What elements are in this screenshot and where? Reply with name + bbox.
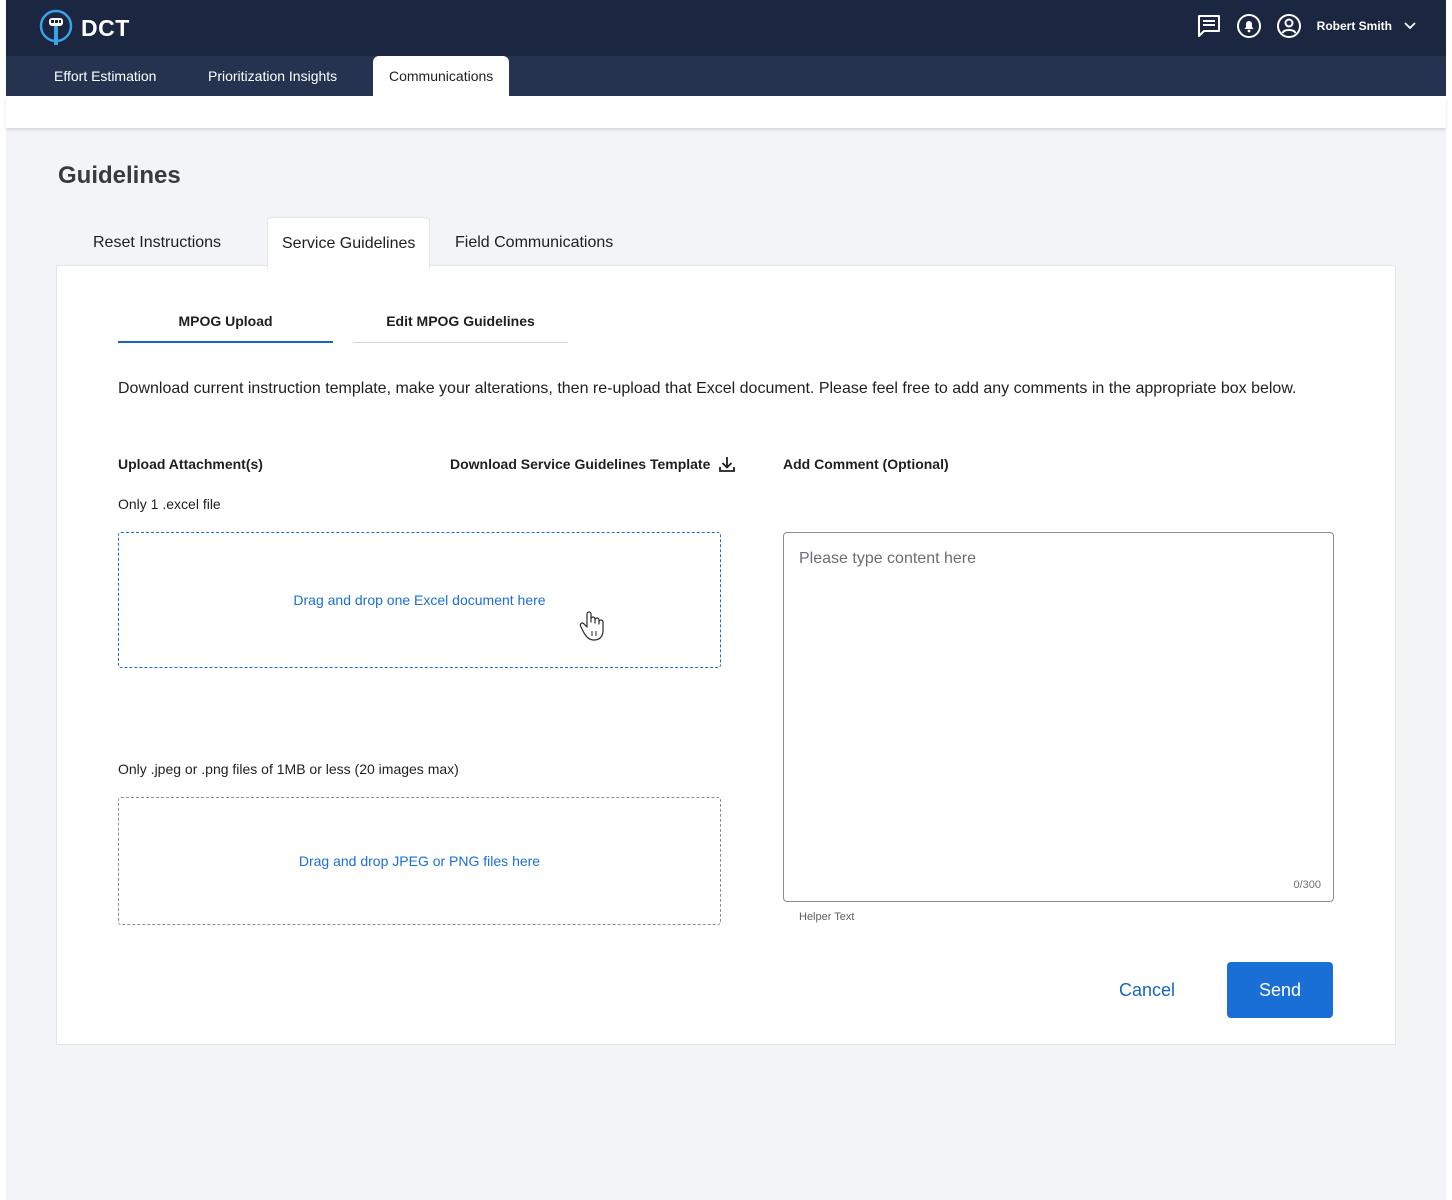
send-button[interactable]: Send	[1227, 962, 1333, 1018]
comment-label: Add Comment (Optional)	[783, 456, 949, 472]
hand-cursor-icon	[579, 611, 604, 641]
sub-header-bar	[6, 96, 1446, 128]
chat-icon[interactable]	[1195, 12, 1223, 40]
download-template-link[interactable]: Download Service Guidelines Template	[450, 455, 736, 473]
helper-text: Helper Text	[799, 911, 855, 923]
instructions-text: Download current instruction template, m…	[118, 380, 1297, 397]
bell-icon[interactable]	[1235, 12, 1263, 40]
user-name[interactable]: Robert Smith	[1317, 19, 1392, 33]
account-circle-icon[interactable]	[1275, 12, 1303, 40]
excel-drop-text: Drag and drop one Excel document here	[293, 592, 546, 608]
chevron-down-icon[interactable]	[1404, 19, 1418, 33]
tab-service-guidelines[interactable]: Service Guidelines	[267, 217, 431, 269]
tab-reset-instructions[interactable]: Reset Instructions	[79, 217, 235, 267]
download-template-label: Download Service Guidelines Template	[450, 456, 711, 472]
nav-tab-communications[interactable]: Communications	[373, 56, 510, 96]
subtab-mpog-upload[interactable]: MPOG Upload	[118, 301, 333, 343]
logo-icon	[39, 9, 73, 45]
nav-tab-effort-estimation[interactable]: Effort Estimation	[38, 56, 172, 96]
excel-dropzone[interactable]: Drag and drop one Excel document here	[118, 532, 721, 668]
excel-hint: Only 1 .excel file	[118, 496, 221, 512]
main-nav: Effort Estimation Prioritization Insight…	[6, 56, 1446, 96]
tab-field-communications[interactable]: Field Communications	[441, 217, 627, 267]
char-counter: 0/300	[1293, 879, 1321, 891]
top-actions: Robert Smith	[1183, 12, 1418, 40]
app-logo[interactable]: DCT	[39, 9, 130, 47]
top-bar: DCT Robert Smith	[6, 0, 1446, 56]
logo-text: DCT	[81, 14, 130, 41]
app-frame: DCT Robert Smith Effort Estimation Prior…	[6, 0, 1446, 1200]
images-drop-text: Drag and drop JPEG or PNG files here	[298, 853, 541, 869]
images-hint: Only .jpeg or .png files of 1MB or less …	[118, 761, 459, 777]
guidelines-card: MPOG Upload Edit MPOG Guidelines Downloa…	[56, 265, 1396, 1045]
upload-label: Upload Attachment(s)	[118, 456, 263, 472]
images-dropzone[interactable]: Drag and drop JPEG or PNG files here	[118, 797, 721, 925]
comment-textarea[interactable]	[784, 533, 1333, 901]
subtab-edit-mpog-guidelines[interactable]: Edit MPOG Guidelines	[353, 301, 568, 343]
nav-tab-prioritization-insights[interactable]: Prioritization Insights	[192, 56, 353, 96]
comment-field: 0/300	[783, 532, 1334, 902]
cancel-button[interactable]: Cancel	[1101, 962, 1193, 1018]
page-title: Guidelines	[58, 162, 181, 189]
download-icon	[719, 457, 736, 472]
